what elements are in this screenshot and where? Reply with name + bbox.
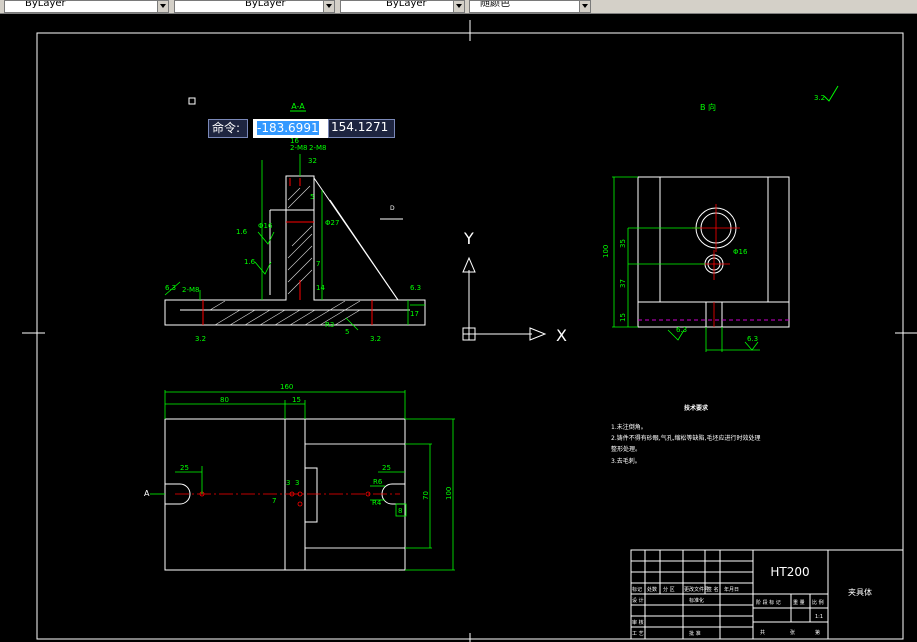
top-dim-7: 7 [272, 497, 276, 505]
dim-5: 5 [310, 193, 314, 201]
x-coordinate-value: -183.6991 [257, 121, 319, 135]
notes-line-3: 整形处理。 [611, 445, 641, 453]
notes-line-2: 2.铸件不得有砂眼,气孔,缩松等缺陷,毛坯应进行时效处理 [611, 434, 760, 442]
side-view: B 向 3.2 100 35 37 15 Φ16 6.3 6.3 [602, 85, 839, 352]
dim-phi27: Φ27 [325, 219, 339, 227]
chevron-down-icon[interactable] [453, 1, 464, 12]
roughness-mid-2: 1.6 [244, 258, 256, 266]
top-dim-25b: 25 [382, 464, 391, 472]
color-value: 随颜色 [480, 0, 510, 9]
dim-2m8-bottom: 2-M8 [182, 286, 199, 294]
side-title: B 向 [700, 102, 716, 112]
side-dim-35: 35 [619, 239, 627, 248]
tb-gong: 共 [760, 629, 765, 636]
linetype-dropdown[interactable]: ByLayer [4, 0, 169, 13]
side-dim-15: 15 [619, 313, 627, 322]
dim-32: 32 [308, 157, 317, 165]
general-roughness: 3.2 [814, 94, 825, 102]
dim-phi16: Φ16 [258, 222, 273, 230]
section-title: A-A [291, 102, 305, 111]
tb-gongyi: 工 艺 [632, 631, 644, 637]
plotstyle-dropdown[interactable]: ByLayer [340, 0, 465, 13]
tb-pizhun: 批 准 [689, 630, 701, 637]
linetype-value: ByLayer [25, 0, 66, 9]
tb-chushu: 处数 [647, 586, 657, 593]
ucs-icon: Y X [462, 229, 567, 345]
tb-biaoji: 标记 [632, 586, 642, 593]
roughness-bottom-left: 3.2 [195, 335, 206, 343]
plotstyle-value: ByLayer [386, 0, 427, 9]
top-view: 160 80 15 25 25 R6 R4 8 70 100 3 3 7 A [144, 383, 455, 571]
lineweight-dropdown[interactable]: ByLayer [174, 0, 335, 13]
top-dim-80: 80 [220, 396, 229, 404]
side-dim-100: 100 [602, 245, 610, 258]
chevron-down-icon[interactable] [157, 1, 168, 12]
dim-2m8-top: 2-M8 [290, 144, 307, 152]
notes-line-1: 1.未注倒角。 [611, 423, 647, 431]
top-dim-3a: 3 [286, 479, 290, 487]
dim-14: 14 [316, 284, 325, 292]
tb-sheji: 设 计 [632, 597, 644, 604]
top-dim-100: 100 [445, 487, 453, 500]
pickbox-cursor [188, 97, 196, 105]
tb-riqi: 年月日 [724, 586, 739, 593]
roughness-left: 6.3 [165, 284, 176, 292]
ucs-x-label: X [556, 326, 567, 345]
color-dropdown[interactable]: 随颜色 [469, 0, 591, 13]
side-dim-37: 37 [619, 279, 627, 288]
top-dim-overall: 160 [280, 383, 293, 391]
tb-bili: 比 例 [812, 599, 824, 606]
dim-2m8-right: 2-M8 [309, 144, 326, 152]
tb-shenhe: 审 核 [632, 619, 644, 626]
tb-part-name: 夹具体 [848, 587, 872, 597]
tb-qianming: 签 名 [707, 586, 719, 593]
dim-16: 16 [290, 137, 299, 145]
top-dim-15: 15 [292, 396, 301, 404]
properties-toolbar: ByLayer ByLayer ByLayer 随颜色 [0, 0, 917, 14]
x-coordinate-input[interactable]: -183.6991 [253, 119, 332, 138]
tb-material: HT200 [770, 565, 809, 579]
tb-fenqu: 分 区 [663, 586, 675, 593]
tb-zhang: 张 [790, 629, 795, 636]
section-mark-a: A [144, 489, 150, 498]
dim-r3: R3 [325, 321, 334, 329]
y-coordinate-input[interactable]: 154.1271 [328, 119, 395, 138]
chevron-down-icon[interactable] [323, 1, 334, 12]
side-dim-phi16: Φ16 [733, 248, 748, 256]
dim-17: 17 [410, 310, 419, 318]
lineweight-value: ByLayer [245, 0, 286, 9]
top-dim-r4: R4 [372, 499, 382, 507]
tb-ratio: 1:1 [815, 614, 823, 620]
drawing-canvas[interactable]: A-A 2-M8 2-M8 16 32 1.6 1.6 6.3 6.3 2-M8… [0, 14, 917, 642]
tb-di: 第 [815, 629, 820, 636]
technical-notes: 技术要求 1.未注倒角。 2.铸件不得有砂眼,气孔,缩松等缺陷,毛坯应进行时效处… [611, 404, 760, 465]
chevron-down-icon[interactable] [579, 1, 590, 12]
top-dim-r6: R6 [373, 478, 383, 486]
side-roughness-b: 6.3 [747, 335, 758, 343]
front-section-view: A-A 2-M8 2-M8 16 32 1.6 1.6 6.3 6.3 2-M8… [164, 102, 426, 343]
top-dim-8: 8 [398, 507, 402, 515]
roughness-mid-1: 1.6 [236, 228, 248, 236]
svg-text:D: D [390, 205, 395, 212]
tb-jieduan: 阶 段 标 记 [756, 599, 781, 606]
dim-7: 7 [316, 260, 320, 268]
top-dim-70: 70 [422, 491, 430, 500]
tb-zhongliang: 重 量 [793, 599, 805, 606]
notes-line-4: 3.去毛刺。 [611, 457, 641, 465]
top-dim-3b: 3 [295, 479, 299, 487]
roughness-right: 6.3 [410, 284, 421, 292]
dim-5-bottom: 5 [345, 328, 349, 336]
command-prompt-label: 命令: [208, 119, 248, 138]
top-dim-25a: 25 [180, 464, 189, 472]
notes-title: 技术要求 [684, 404, 709, 412]
roughness-bottom-right: 3.2 [370, 335, 381, 343]
tb-gaiwenjian: 更改文件号 [684, 586, 709, 593]
ucs-y-label: Y [463, 229, 474, 248]
title-block: 标记 处数 分 区 更改文件号 签 名 年月日 设 计 标准化 审 核 工 艺 … [630, 549, 904, 640]
tb-biaozhunhua: 标准化 [689, 597, 704, 604]
side-roughness: 6.3 [676, 326, 687, 334]
